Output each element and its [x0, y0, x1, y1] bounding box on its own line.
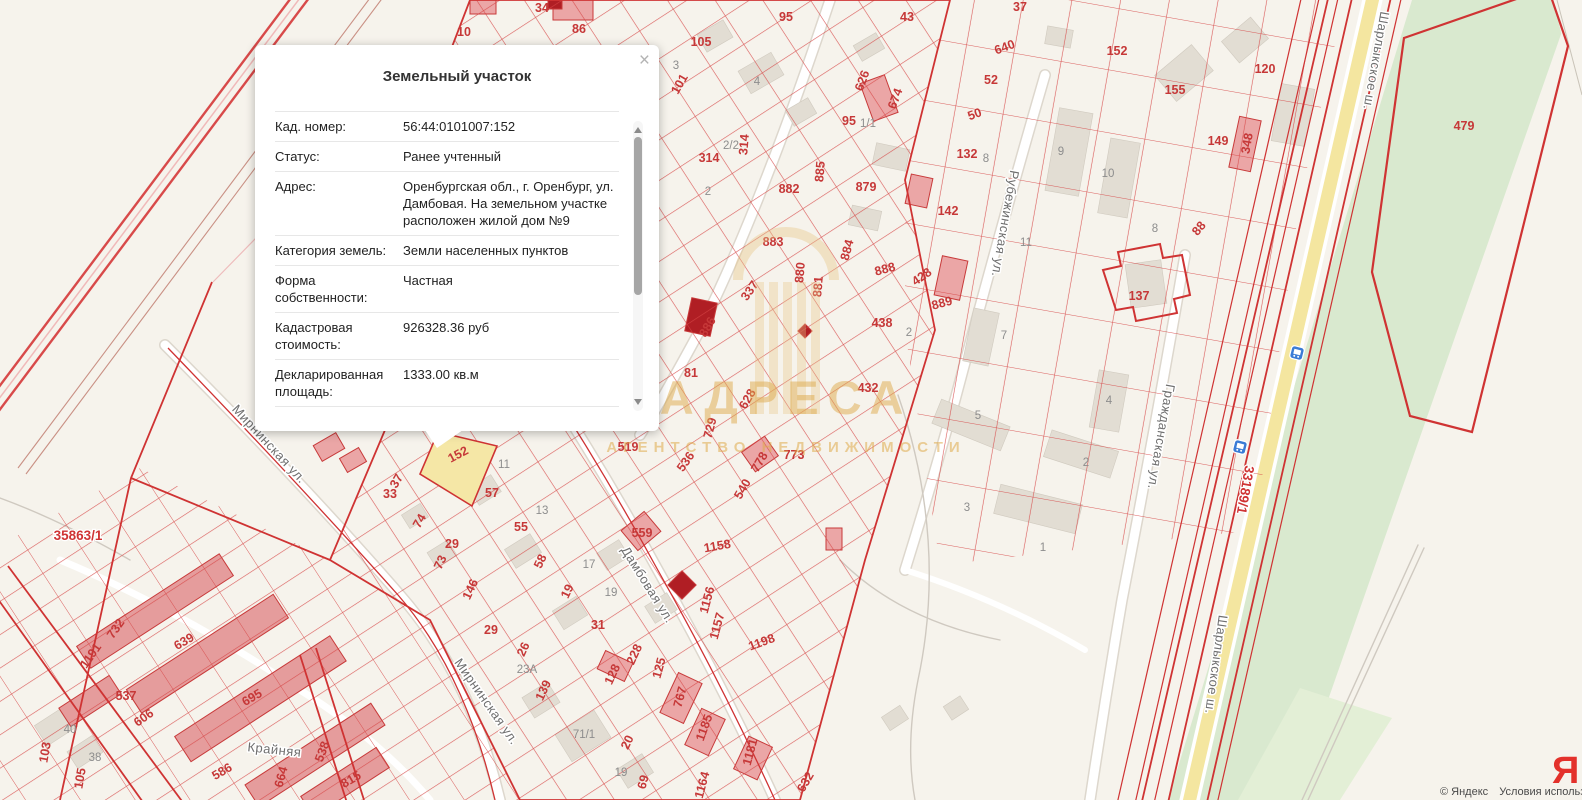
parcel-label: 29	[445, 537, 459, 551]
building-label: 23А	[517, 664, 538, 676]
building-label: 2	[705, 186, 711, 198]
scroll-down-icon[interactable]	[634, 399, 642, 409]
parcel-info-popup: × Земельный участок Кад. номер: 56:44:01…	[255, 45, 659, 431]
parcel-label: 137	[1129, 289, 1150, 303]
building-label: 2	[1083, 457, 1089, 469]
field-row: Категория земель: Земли населенных пункт…	[275, 236, 619, 266]
parcel-label: 149	[1208, 134, 1229, 148]
popup-body: Кад. номер: 56:44:0101007:152 Статус: Ра…	[275, 111, 619, 417]
parcel-label: 879	[856, 180, 877, 194]
field-label: Категория земель:	[275, 242, 403, 259]
map-canvas[interactable]: Мирнинская ул.Мирнинская ул.Дамбовая ул.…	[0, 0, 1582, 800]
building-label: 5	[975, 410, 981, 422]
building-label: 3	[964, 502, 970, 514]
field-label: Кад. номер:	[275, 118, 403, 135]
field-value: Частная	[403, 272, 619, 306]
building-label: 2/2	[723, 140, 739, 152]
field-row: Адрес: Оренбургская обл., г. Оренбург, у…	[275, 172, 619, 236]
field-row: Декларированная площадь: 1333.00 кв.м	[275, 360, 619, 407]
parcel-label: 31	[591, 618, 605, 632]
building-label: 1/1	[860, 118, 876, 130]
field-value: Оренбургская обл., г. Оренбург, ул. Дамб…	[403, 178, 619, 229]
map-attribution: © Яндекс Условия использ	[1440, 786, 1582, 798]
popup-title: Земельный участок	[255, 68, 659, 85]
popup-pointer	[425, 430, 463, 448]
building-label: 19	[615, 767, 628, 779]
parcel-label: 29	[484, 623, 498, 637]
field-row: Кадастровая стоимость: 926328.36 руб	[275, 313, 619, 360]
building-label: 4	[1106, 395, 1113, 407]
building-label: 71/1	[573, 729, 595, 741]
field-label: Статус:	[275, 148, 403, 165]
parcel-label: 34	[535, 1, 549, 15]
parcel-label: 95	[842, 114, 856, 128]
building-label: 11	[498, 459, 510, 471]
parcel-label: 120	[1255, 62, 1276, 76]
field-row: Форма собственности: Частная	[275, 266, 619, 313]
field-value: Земли населенных пунктов	[403, 242, 619, 259]
field-value: 56:44:0101007:152	[403, 118, 619, 135]
popup-scrollbar[interactable]	[633, 121, 643, 411]
close-icon[interactable]: ×	[639, 51, 650, 70]
parcel-label: 537	[116, 689, 137, 703]
parcel-label: 559	[632, 526, 653, 540]
parcel-label: 33	[383, 487, 397, 501]
field-label: Декларированная площадь:	[275, 366, 403, 400]
cadastral-map-screen: Мирнинская ул.Мирнинская ул.Дамбовая ул.…	[0, 0, 1582, 800]
building-label: 4	[754, 76, 761, 88]
parcel-label: 438	[872, 316, 893, 330]
parcel-label: 155	[1165, 83, 1186, 97]
parcel-label: 37	[1013, 0, 1027, 14]
parcel-label: 105	[691, 35, 712, 49]
building-label: 3	[673, 60, 679, 72]
parcel-label: 479	[1454, 119, 1475, 133]
watermark-brand: АДРЕСА	[660, 371, 913, 424]
parcel-label: 55	[514, 520, 528, 534]
parcel-label: 885	[812, 161, 828, 183]
scroll-up-icon[interactable]	[634, 123, 642, 133]
building-label: 13	[536, 505, 549, 517]
building-label: 8	[1152, 223, 1158, 235]
parcel-label: 52	[984, 73, 998, 87]
building-label: 9	[1058, 146, 1064, 158]
parcel-label: 882	[779, 182, 800, 196]
building-label: 10	[1102, 168, 1115, 180]
watermark-subtitle: АГЕНТСТВО НЕДВИЖИМОСТИ	[606, 439, 965, 456]
field-row: Статус: Ранее учтенный	[275, 142, 619, 172]
copyright-text: © Яндекс	[1440, 786, 1488, 798]
building-label: 40	[64, 724, 77, 736]
road-number-label: 35863/1	[54, 528, 103, 543]
field-label: Форма собственности:	[275, 272, 403, 306]
field-label: Кадастровая стоимость:	[275, 319, 403, 353]
field-value: 926328.36 руб	[403, 319, 619, 353]
field-value: Ранее учтенный	[403, 148, 619, 165]
parcel-label: 880	[792, 262, 808, 284]
parcel-label: 86	[572, 22, 586, 36]
scrollbar-thumb[interactable]	[634, 137, 642, 295]
building-label: 1	[1040, 542, 1046, 554]
parcel-label: 43	[900, 10, 914, 24]
parcel-label: 95	[779, 10, 793, 24]
building-label: 11	[1020, 237, 1032, 249]
building-label: 17	[583, 559, 596, 571]
parcel-label: 57	[485, 486, 499, 500]
terms-link[interactable]: Условия использ	[1499, 786, 1582, 798]
parcel-label: 152	[1107, 44, 1128, 58]
field-row: Кад. номер: 56:44:0101007:152	[275, 111, 619, 142]
parcel-label: 132	[957, 147, 978, 161]
parcel-label: 314	[699, 151, 720, 165]
field-label: Адрес:	[275, 178, 403, 229]
building-label: 7	[1001, 330, 1007, 342]
bus-stop-icon[interactable]	[1289, 345, 1305, 361]
bus-stop-icon[interactable]	[1232, 439, 1248, 455]
parcel-label: 142	[938, 204, 959, 218]
building-label: 2	[906, 327, 912, 339]
building-label: 19	[605, 587, 618, 599]
building-label: 38	[89, 752, 102, 764]
parcel-label: 10	[457, 25, 471, 39]
field-value: 1333.00 кв.м	[403, 366, 619, 400]
building-label: 8	[983, 153, 989, 165]
